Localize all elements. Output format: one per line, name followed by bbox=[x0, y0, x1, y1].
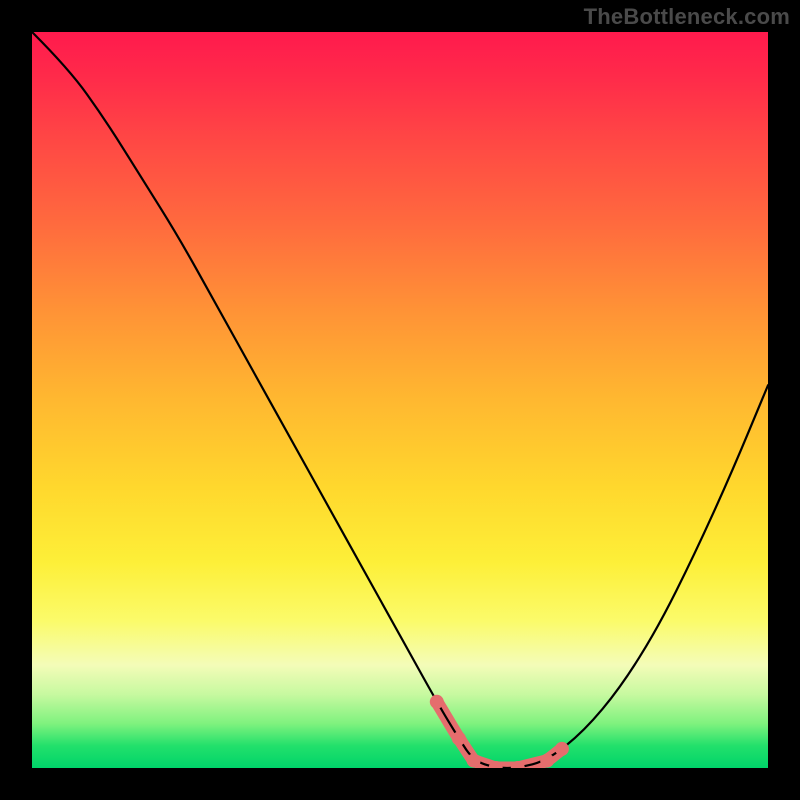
bottleneck-curve bbox=[32, 32, 768, 768]
marker-dot bbox=[467, 754, 481, 768]
plot-area bbox=[32, 32, 768, 768]
chart-frame: TheBottleneck.com bbox=[0, 0, 800, 800]
marker-dot bbox=[540, 754, 554, 768]
marker-dot bbox=[452, 732, 466, 746]
marker-dot bbox=[555, 742, 569, 756]
watermark-text: TheBottleneck.com bbox=[584, 4, 790, 30]
marker-dot bbox=[430, 695, 444, 709]
curve-svg bbox=[32, 32, 768, 768]
